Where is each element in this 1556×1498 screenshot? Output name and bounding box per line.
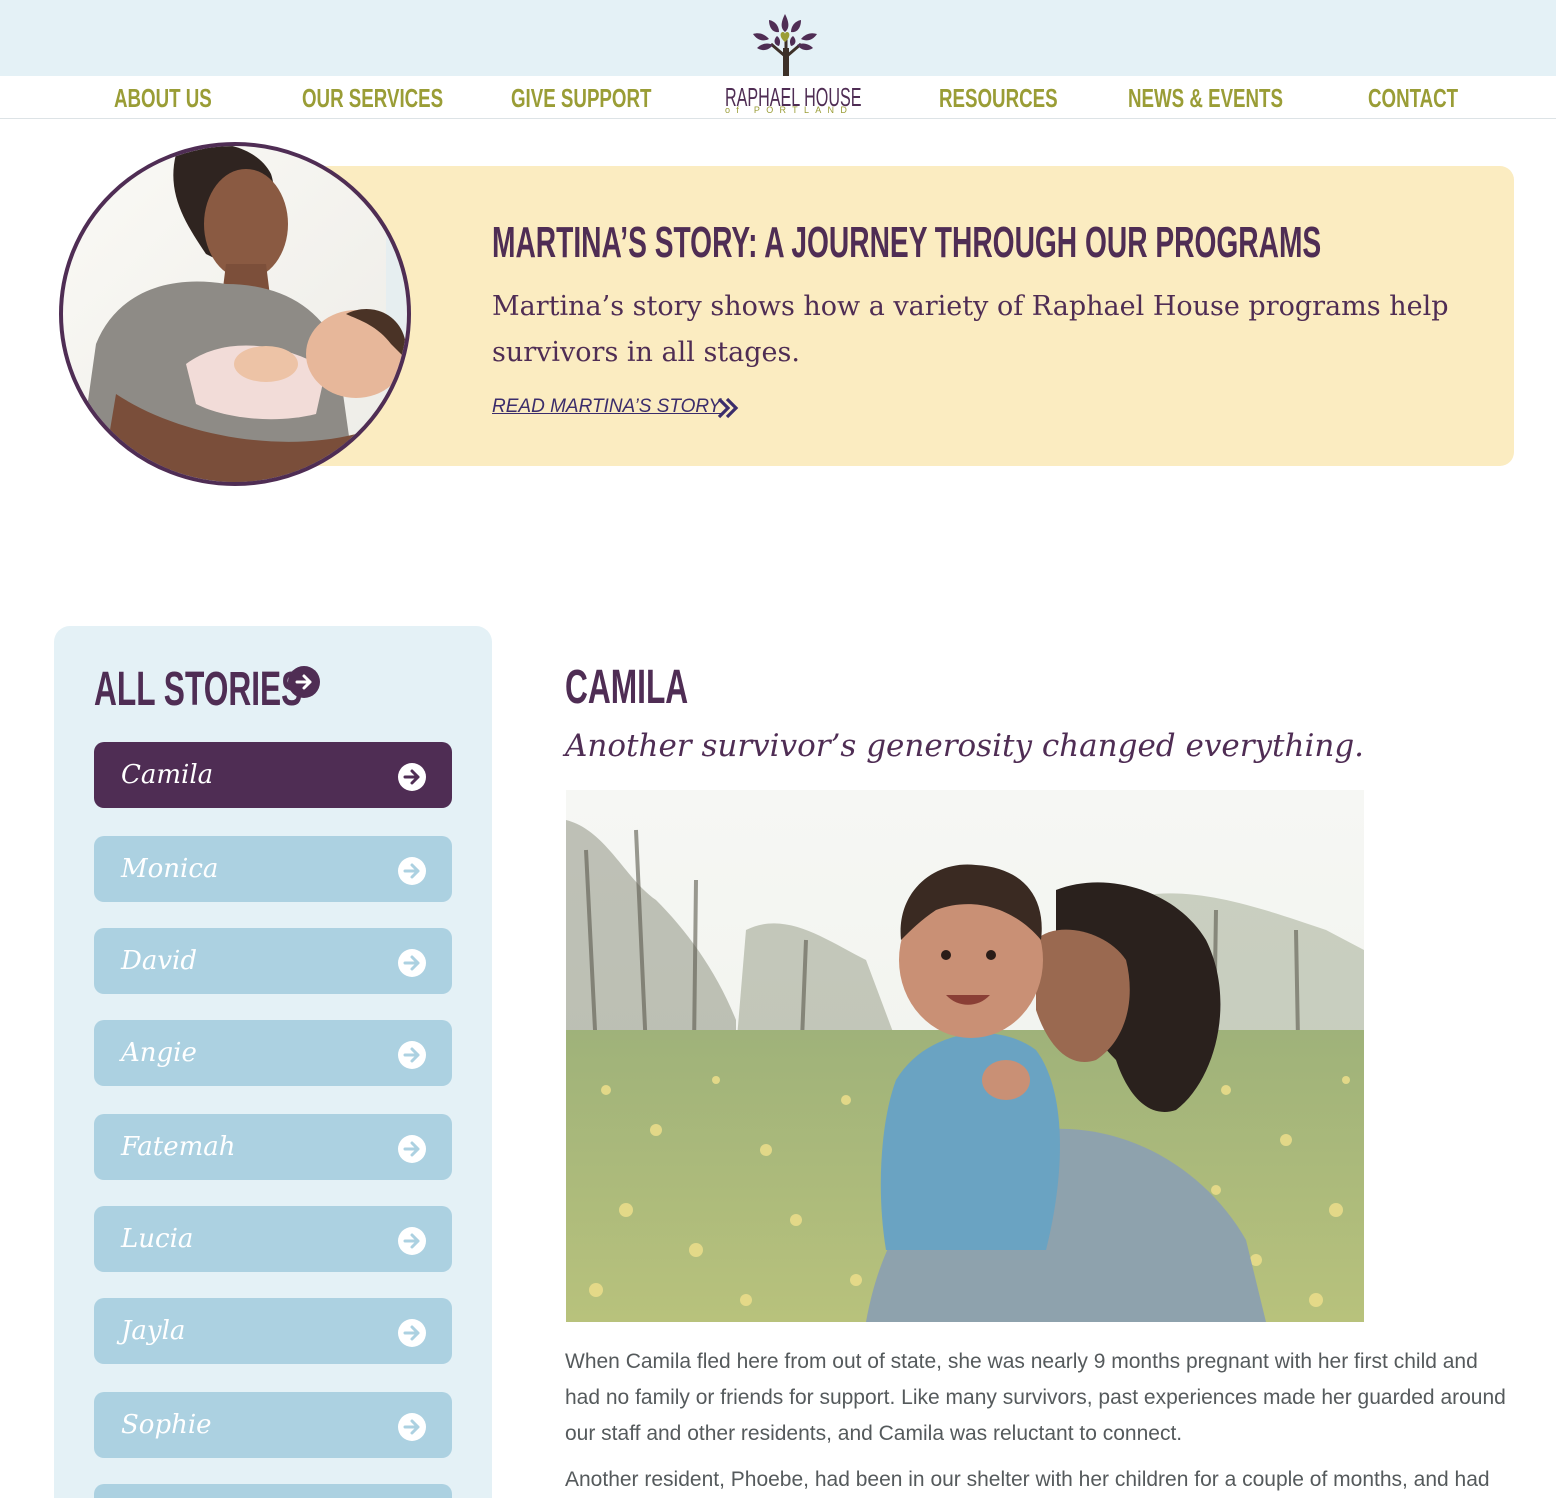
story-tagline: Another survivor’s generosity changed ev… [565,728,1365,764]
arrow-circle-right-icon [398,857,426,885]
story-button-camila[interactable]: Camila [94,742,452,808]
story-button-jayla[interactable]: Jayla [94,1298,452,1364]
story-button-lucia[interactable]: Lucia [94,1206,452,1272]
feature-title: MARTINA’S STORY: A JOURNEY THROUGH OUR P… [492,218,1322,267]
arrow-circle-right-icon [398,1227,426,1255]
nav-resources[interactable]: RESOURCES [939,80,1058,116]
arrow-circle-right-icon [398,1135,426,1163]
nav-our-services[interactable]: OUR SERVICES [302,80,443,116]
story-button-sophie[interactable]: Sophie [94,1392,452,1458]
nav-about-us[interactable]: ABOUT US [114,80,212,116]
nav-news-events[interactable]: NEWS & EVENTS [1128,80,1283,116]
story-button-label: Fatemah [121,1132,236,1162]
read-martina-story-link[interactable]: READ MARTINA’S STORY [492,396,721,418]
story-button-label: David [121,946,197,976]
story-paragraph: When Camila fled here from out of state,… [565,1350,1506,1445]
arrow-circle-right-icon [398,1413,426,1441]
story-button-monica[interactable]: Monica [94,836,452,902]
story-button-fatemah[interactable]: Fatemah [94,1114,452,1180]
arrow-circle-right-icon[interactable] [288,666,320,698]
feature-description: Martina’s story shows how a variety of R… [492,291,1449,368]
story-button-david[interactable]: David [94,928,452,994]
story-paragraph: Another resident, Phoebe, had been in ou… [565,1468,1490,1491]
mother-kissing-child-photo [566,790,1364,1322]
all-stories-heading[interactable]: ALL STORIES [94,662,302,717]
story-button-label: Monica [121,854,219,884]
nav-give-support[interactable]: GIVE SUPPORT [511,80,651,116]
arrow-circle-right-icon [398,763,426,791]
story-button-label: Lucia [121,1224,194,1254]
story-button-label: Camila [121,760,214,790]
story-button-label: Angie [121,1038,197,1068]
story-button-next[interactable] [94,1484,452,1498]
nav-contact[interactable]: CONTACT [1368,80,1458,116]
story-button-label: Sophie [121,1410,212,1440]
tree-icon [753,14,817,76]
story-button-angie[interactable]: Angie [94,1020,452,1086]
site-logo[interactable]: RAPHAEL HOUSE of PORTLAND [720,10,861,118]
story-heading: CAMILA [565,661,689,714]
mother-holding-baby-photo [59,142,411,486]
arrow-circle-right-icon [398,1041,426,1069]
logo-subtitle: of PORTLAND [725,105,854,115]
double-chevron-right-icon[interactable] [716,397,740,419]
arrow-circle-right-icon [398,1319,426,1347]
arrow-circle-right-icon [398,949,426,977]
story-button-label: Jayla [121,1316,186,1346]
